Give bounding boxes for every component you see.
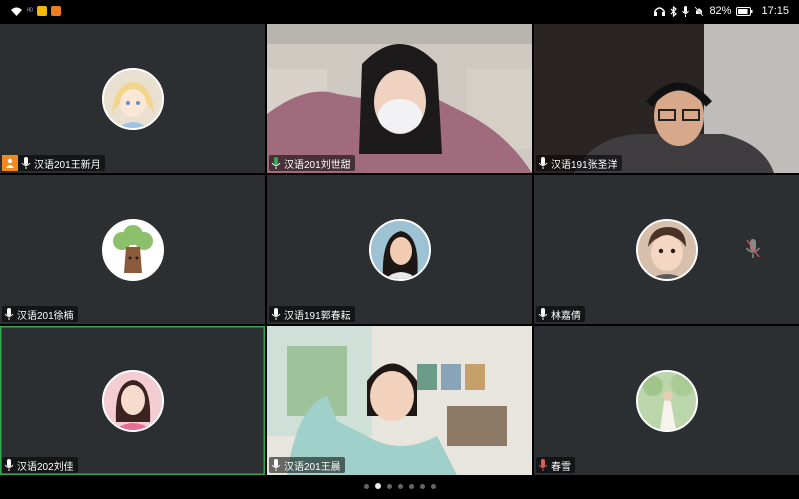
anime-girl-avatar-image [103, 69, 162, 128]
page-dot[interactable] [408, 483, 414, 489]
battery-icon [736, 6, 753, 16]
photo-avatar-image [103, 371, 162, 430]
app-badge-yellow-icon [37, 6, 48, 16]
mic-active-icon [538, 308, 548, 320]
avatar [368, 218, 431, 281]
mute-bell-icon [694, 6, 704, 16]
mic-muted-icon [538, 459, 548, 471]
mic-inactive-indicator-icon [745, 239, 761, 258]
participant-label: 汉语191郭春耘 [269, 306, 355, 322]
participant-label: 春雪 [536, 457, 575, 473]
child-photo-avatar-image [637, 220, 696, 279]
participant-tile[interactable]: 汉语202刘佳 [0, 326, 265, 475]
avatar [101, 218, 164, 281]
page-dot[interactable] [363, 483, 369, 489]
bluetooth-icon [671, 5, 678, 17]
participant-name: 汉语201王晨 [284, 461, 341, 473]
mic-icon [682, 5, 690, 17]
participant-tile[interactable]: 春雪 [534, 326, 799, 475]
mic-active-icon [271, 157, 281, 169]
participant-tile[interactable]: 林嘉倩 [534, 175, 799, 324]
page-dot[interactable] [430, 483, 436, 489]
photo-avatar-image [637, 371, 696, 430]
participant-name: 林嘉倩 [551, 310, 581, 322]
video-feed [267, 326, 532, 475]
avatar [635, 218, 698, 281]
headphones-icon [654, 7, 666, 16]
photo-avatar-image [370, 220, 429, 279]
page-dot-active[interactable] [374, 483, 381, 489]
wifi-icon [11, 7, 22, 16]
participant-name: 汉语201刘世甜 [284, 159, 351, 171]
avatar [101, 67, 164, 130]
mic-active-icon [538, 157, 548, 169]
page-dot[interactable] [386, 483, 392, 489]
hd-badge-icon: ᴴᴰ [27, 7, 34, 15]
status-left: ᴴᴰ [10, 4, 62, 18]
battery-percent: 82% [709, 5, 732, 17]
mic-active-icon [4, 459, 14, 471]
participant-name: 汉语201王新月 [34, 159, 101, 171]
participant-tile[interactable]: 汉语191张圣洋 [534, 24, 799, 173]
participant-label: 汉语201王新月 [2, 155, 105, 171]
participant-name: 春雪 [551, 461, 571, 473]
participant-name: 汉语191张圣洋 [551, 159, 618, 171]
mic-active-icon [271, 459, 281, 471]
tree-cartoon-avatar-image [103, 220, 162, 279]
host-icon [2, 155, 18, 171]
video-feed [534, 24, 799, 173]
participant-name: 汉语201徐楠 [17, 310, 74, 322]
participant-label: 汉语201刘世甜 [269, 155, 355, 171]
participant-label: 汉语201徐楠 [2, 306, 78, 322]
mic-active-icon [271, 308, 281, 320]
status-bar: ᴴᴰ 82% 17:15 [0, 0, 799, 22]
participant-name: 汉语202刘佳 [17, 461, 74, 473]
status-right: 82% 17:15 [654, 3, 789, 19]
participant-tile[interactable]: 汉语201王晨 [267, 326, 532, 475]
participant-label: 汉语202刘佳 [2, 457, 78, 473]
participant-grid: 汉语201王新月 汉语201刘世甜 汉语191张圣洋 汉语201徐楠 汉语191… [0, 24, 799, 475]
participant-label: 汉语191张圣洋 [536, 155, 622, 171]
page-indicator[interactable] [0, 480, 799, 492]
participant-tile[interactable]: 汉语191郭春耘 [267, 175, 532, 324]
participant-name: 汉语191郭春耘 [284, 310, 351, 322]
mic-active-icon [21, 157, 31, 169]
participant-label: 林嘉倩 [536, 306, 585, 322]
app-badge-orange-icon [51, 6, 62, 16]
participant-tile[interactable]: 汉语201徐楠 [0, 175, 265, 324]
page-dot[interactable] [419, 483, 425, 489]
participant-tile[interactable]: 汉语201刘世甜 [267, 24, 532, 173]
mic-active-icon [4, 308, 14, 320]
clock: 17:15 [761, 5, 789, 17]
participant-tile[interactable]: 汉语201王新月 [0, 24, 265, 173]
avatar [635, 369, 698, 432]
video-feed [267, 24, 532, 173]
participant-label: 汉语201王晨 [269, 457, 345, 473]
avatar [101, 369, 164, 432]
page-dot[interactable] [397, 483, 403, 489]
